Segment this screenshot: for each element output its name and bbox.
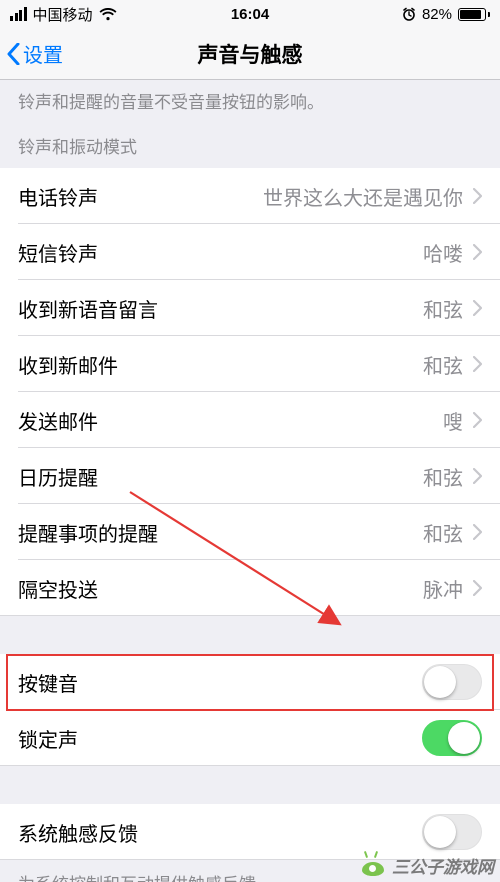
row-value: 和弦 [423,294,463,323]
row-label: 电话铃声 [18,182,98,211]
chevron-right-icon [473,468,482,484]
row-sent-mail[interactable]: 发送邮件 嗖 [0,392,500,448]
chevron-right-icon [473,244,482,260]
row-phone-ringtone[interactable]: 电话铃声 世界这么大还是遇见你 [0,168,500,224]
chevron-right-icon [473,412,482,428]
wifi-icon [99,8,117,21]
row-system-haptics: 系统触感反馈 [0,804,500,860]
row-value: 世界这么大还是遇见你 [263,182,463,211]
row-reminder-alert[interactable]: 提醒事项的提醒 和弦 [0,504,500,560]
battery-icon [458,8,490,21]
signal-icon [10,7,27,21]
volume-btn-description: 铃声和提醒的音量不受音量按钮的影响。 [0,80,500,127]
row-lock-sound: 锁定声 [0,710,500,766]
row-value: 和弦 [423,462,463,491]
alarm-icon [402,7,416,21]
toggle-system-haptics[interactable] [422,814,482,850]
section-header-ringtones: 铃声和振动模式 [0,127,500,168]
row-label: 收到新语音留言 [18,294,158,323]
carrier-label: 中国移动 [33,4,93,25]
row-value: 脉冲 [423,574,463,603]
row-label: 隔空投送 [18,574,98,603]
row-label: 锁定声 [18,724,78,753]
row-text-tone[interactable]: 短信铃声 哈喽 [0,224,500,280]
row-value: 哈喽 [423,238,463,267]
chevron-right-icon [473,188,482,204]
chevron-right-icon [473,300,482,316]
toggle-lock-sound[interactable] [422,720,482,756]
chevron-left-icon [6,43,21,65]
row-value: 嗖 [443,406,463,435]
row-airdrop[interactable]: 隔空投送 脉冲 [0,560,500,616]
row-calendar-alert[interactable]: 日历提醒 和弦 [0,448,500,504]
row-label: 发送邮件 [18,406,98,435]
status-bar: 中国移动 16:04 82% [0,0,500,28]
row-label: 系统触感反馈 [18,818,138,847]
watermark-logo-icon [360,856,386,876]
row-label: 短信铃声 [18,238,98,267]
chevron-right-icon [473,580,482,596]
row-label: 提醒事项的提醒 [18,518,158,547]
row-label: 按键音 [18,668,78,697]
sounds-toggle-group: 按键音 锁定声 [0,654,500,766]
status-right: 82% [402,6,490,23]
toggle-keyboard-clicks[interactable] [422,664,482,700]
haptics-toggle-group: 系统触感反馈 [0,804,500,860]
back-label: 设置 [23,39,63,68]
watermark: 三公子游戏网 [360,853,494,878]
row-value: 和弦 [423,350,463,379]
ringtone-group: 电话铃声 世界这么大还是遇见你 短信铃声 哈喽 收到新语音留言 和弦 收到新邮件… [0,168,500,616]
page-title: 声音与触感 [198,39,303,69]
nav-bar: 设置 声音与触感 [0,28,500,80]
watermark-text: 三公子游戏网 [392,853,494,878]
row-keyboard-clicks: 按键音 [0,654,500,710]
row-label: 收到新邮件 [18,350,118,379]
status-left: 中国移动 [10,4,117,25]
back-button[interactable]: 设置 [6,28,63,79]
row-label: 日历提醒 [18,462,98,491]
chevron-right-icon [473,356,482,372]
row-value: 和弦 [423,518,463,547]
chevron-right-icon [473,524,482,540]
battery-pct: 82% [422,6,452,23]
row-new-voicemail[interactable]: 收到新语音留言 和弦 [0,280,500,336]
row-new-mail[interactable]: 收到新邮件 和弦 [0,336,500,392]
